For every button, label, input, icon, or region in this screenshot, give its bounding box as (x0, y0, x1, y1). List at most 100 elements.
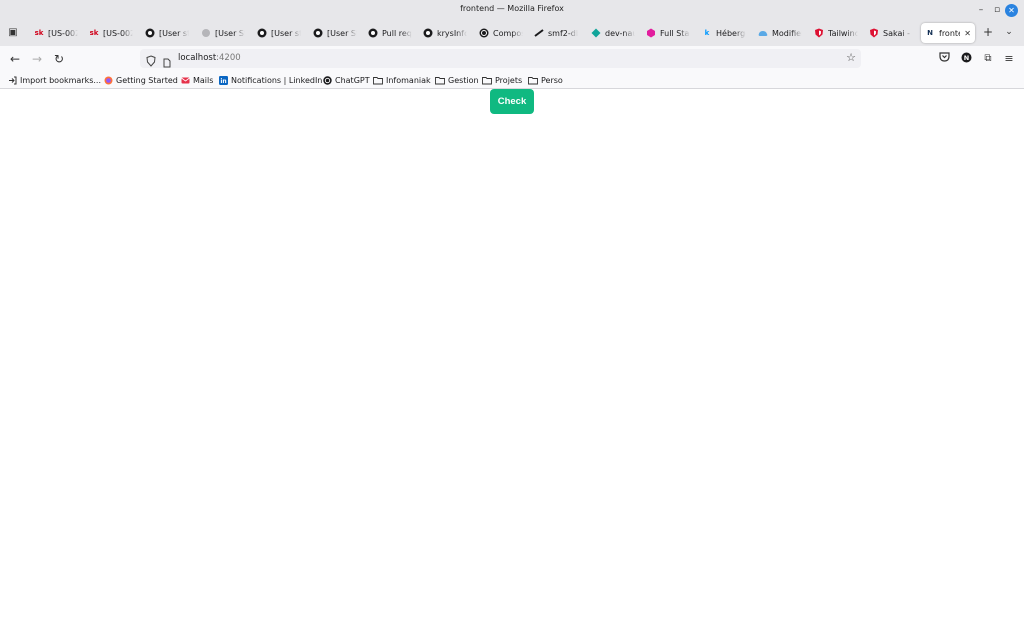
tab-user-story-3[interactable]: [User st (257, 23, 301, 43)
new-tab-icon[interactable]: + (980, 24, 996, 40)
tab-label: Tailwind (828, 28, 858, 38)
bookmark-label: Projets (495, 75, 523, 85)
tab-close-icon[interactable]: ✕ (964, 29, 971, 38)
menu-icon[interactable]: ≡ (1001, 51, 1017, 67)
folder-icon (373, 75, 383, 85)
sk-icon: sk (89, 29, 99, 37)
list-tabs-icon[interactable]: ⌄ (1001, 24, 1017, 40)
tab-smf2-db[interactable]: smf2-db (534, 23, 578, 43)
github-icon (145, 28, 155, 38)
bookmark-label: Infomaniak (386, 75, 431, 85)
window-titlebar: frontend — Mozilla Firefox – ▫ ✕ (0, 0, 1024, 20)
url-host: localhost (178, 53, 217, 63)
chatgpt-icon (322, 75, 332, 85)
tab-full-stack[interactable]: Full Stac (646, 23, 690, 43)
minimize-icon[interactable]: – (974, 3, 988, 17)
bookmark-star-icon[interactable]: ☆ (846, 51, 856, 64)
tab-label: Sakai - P (883, 28, 913, 38)
restore-icon[interactable]: ▫ (990, 3, 1004, 17)
bookmark-folder-infomaniak[interactable]: Infomaniak (373, 75, 431, 85)
shield-tracking-icon[interactable] (146, 52, 156, 71)
bookmark-chatgpt[interactable]: ChatGPT (322, 75, 370, 85)
tab-bar: ▣ sk [US-002 sk [US-002 [User st [User S… (0, 20, 1024, 46)
url-port: :4200 (216, 53, 241, 63)
tab-sakai[interactable]: Sakai - P (869, 23, 913, 43)
back-icon[interactable]: ← (7, 51, 23, 67)
tab-label: Modifier (772, 28, 802, 38)
tab-label: Full Stac (660, 28, 690, 38)
tab-compose[interactable]: Compos (479, 23, 523, 43)
tab-label: Pull req (382, 28, 412, 38)
tab-krysinfo[interactable]: krysInfo (423, 23, 467, 43)
extensions-icon[interactable]: ⧉ (980, 51, 996, 67)
tab-label: [US-002 (103, 28, 133, 38)
tab-tailwind[interactable]: Tailwind (814, 23, 858, 43)
tab-us002-2[interactable]: sk [US-002 (89, 23, 133, 43)
nx-icon: N (927, 29, 933, 37)
firefox-icon (103, 75, 113, 85)
url-bar[interactable]: localhost:4200 ☆ (140, 49, 861, 68)
github-icon (423, 28, 433, 38)
linkedin-icon: in (218, 75, 228, 85)
forward-icon[interactable]: → (29, 51, 45, 67)
tab-overview-icon[interactable]: ▣ (5, 25, 21, 41)
smf-icon (534, 28, 544, 38)
close-window-icon[interactable]: ✕ (1005, 4, 1018, 17)
svg-text:in: in (220, 78, 226, 85)
bookmark-getting-started[interactable]: Getting Started (103, 75, 178, 85)
bookmark-linkedin[interactable]: in Notifications | LinkedIn (218, 75, 322, 85)
bookmarks-toolbar: Import bookmarks... Getting Started Mail… (0, 72, 1024, 89)
k-icon: k (704, 29, 710, 37)
reload-icon[interactable]: ↻ (51, 51, 67, 67)
tab-label: [User St (327, 28, 357, 38)
page-info-icon[interactable] (163, 53, 171, 72)
tab-dev-nau[interactable]: dev-nau (591, 23, 635, 43)
svg-text:N: N (963, 54, 968, 62)
tab-label: [User st (271, 28, 301, 38)
tab-label: krysInfo (437, 28, 467, 38)
github-icon (368, 28, 378, 38)
pocket-icon[interactable] (936, 51, 952, 67)
bookmark-label: Gestion (448, 75, 479, 85)
mail-icon (180, 75, 190, 85)
tab-label: [User St (215, 28, 245, 38)
tab-user-story-1[interactable]: [User st (145, 23, 189, 43)
bookmark-folder-perso[interactable]: Perso (528, 75, 563, 85)
bookmark-label: Import bookmarks... (20, 75, 102, 85)
folder-icon (528, 75, 538, 85)
bookmark-label: ChatGPT (335, 75, 370, 85)
bookmark-mails[interactable]: Mails (180, 75, 213, 85)
folder-icon (435, 75, 445, 85)
fullstack-icon (646, 28, 656, 38)
account-avatar-icon[interactable]: N (958, 51, 974, 67)
github-icon (257, 28, 267, 38)
bookmark-folder-gestion[interactable]: Gestion (435, 75, 479, 85)
bookmark-folder-projets[interactable]: Projets (482, 75, 522, 85)
tab-user-story-2[interactable]: [User St (201, 23, 245, 43)
tab-pull-request[interactable]: Pull req (368, 23, 412, 43)
bookmark-import[interactable]: Import bookmarks... (7, 75, 101, 85)
tab-hebergement[interactable]: k Héberge (702, 23, 746, 43)
circle-icon (201, 28, 211, 38)
check-button[interactable]: Check (490, 89, 534, 114)
diamond-icon (591, 28, 601, 38)
bookmark-label: Notifications | LinkedIn (231, 75, 323, 85)
shield-icon (814, 28, 824, 38)
bookmark-label: Mails (193, 75, 214, 85)
tab-modifier[interactable]: Modifier (758, 23, 802, 43)
navigation-toolbar: ← → ↻ localhost:4200 ☆ N ⧉ ≡ (0, 46, 1024, 72)
folder-icon (482, 75, 492, 85)
github-icon (313, 28, 323, 38)
tab-label: fronte (939, 28, 960, 38)
compose-icon (479, 28, 489, 38)
tab-label: Compos (493, 28, 523, 38)
tab-label: smf2-db (548, 28, 578, 38)
window-title: frontend — Mozilla Firefox (460, 4, 564, 13)
bookmark-label: Perso (541, 75, 563, 85)
page-content (0, 90, 1024, 640)
tab-label: [User st (159, 28, 189, 38)
tab-us002-1[interactable]: sk [US-002 (34, 23, 78, 43)
tab-user-story-4[interactable]: [User St (313, 23, 357, 43)
tab-label: dev-nau (605, 28, 635, 38)
tab-frontend-active[interactable]: N fronte ✕ (921, 23, 975, 43)
